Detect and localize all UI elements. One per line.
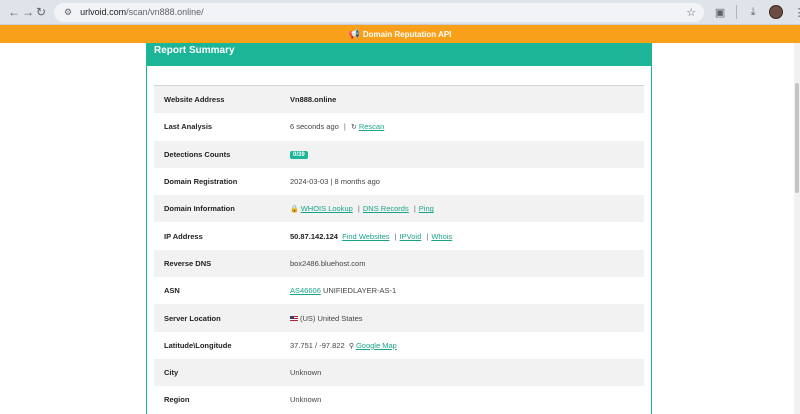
separator: | (426, 231, 429, 241)
find-websites-link[interactable]: Find Websites (342, 232, 389, 241)
scrollbar-thumb[interactable] (795, 83, 799, 193)
table-row: Latitude\Longitude 37.751 / -97.822 ⚲ Goo… (154, 332, 644, 359)
table-row: Last Analysis 6 seconds ago | ↻ Rescan (154, 113, 644, 140)
reload-icon[interactable]: ↻ (36, 3, 46, 21)
browser-toolbar: ← → ↻ ⚙ urlvoid.com/scan/vn888.online/ ☆… (0, 0, 800, 25)
banner-label: Domain Reputation API (362, 29, 452, 39)
row-label: Detections Counts (154, 140, 290, 168)
table-row: Website Address Vn888.online (154, 86, 644, 114)
ip-address-value: 50.87.142.124 (290, 231, 338, 241)
back-arrow-icon[interactable]: ← (8, 3, 20, 21)
row-label: Domain Information (154, 195, 290, 223)
website-address-value: Vn888.online (290, 95, 337, 105)
domain-reputation-api-banner[interactable]: 📢 Domain Reputation API (0, 25, 800, 43)
table-row: IP Address 50.87.142.124 Find Websites |… (154, 222, 644, 249)
extensions-icon[interactable]: ▣ (712, 4, 728, 20)
latlong-value: 37.751 / -97.822 (290, 340, 345, 350)
city-value: Unknown (290, 368, 322, 378)
menu-kebab-icon[interactable]: ⋮ (791, 4, 800, 20)
table-row: Detections Counts 0/39 (154, 140, 644, 168)
separator: | (413, 204, 416, 214)
row-label: ASN (164, 286, 180, 296)
table-row: ASN AS46606 UNIFIEDLAYER-AS-1 (154, 277, 644, 304)
scrollbar[interactable] (794, 43, 800, 414)
last-analysis-value: 6 seconds ago (290, 122, 339, 132)
report-summary-card: Report Summary Website Address Vn888.onl… (146, 43, 652, 414)
row-label: Server Location (154, 304, 290, 332)
row-label: Website Address (154, 86, 290, 114)
dns-records-link[interactable]: DNS Records (363, 204, 409, 213)
forward-arrow-icon[interactable]: → (22, 3, 34, 21)
download-icon[interactable]: ⤓ (745, 4, 761, 20)
address-bar[interactable]: ⚙ urlvoid.com/scan/vn888.online/ ☆ (54, 2, 705, 22)
table-row: Server Location (US) United States (154, 304, 644, 332)
asn-value: UNIFIEDLAYER-AS-1 (322, 286, 397, 296)
table-row: Domain Registration 2024-03-03 | 8 month… (154, 168, 644, 195)
table-row: Domain Information 🔒 WHOIS Lookup | DNS Re… (154, 195, 644, 223)
url-path: /scan/vn888.online/ (126, 7, 204, 17)
row-label: Latitude\Longitude (164, 340, 232, 350)
ipvoid-link[interactable]: IPVoid (400, 232, 422, 241)
ping-link[interactable]: Ping (419, 204, 434, 213)
google-map-link[interactable]: Google Map (356, 341, 397, 350)
toolbar-divider (736, 5, 738, 19)
row-label: City (154, 358, 290, 387)
region-value: Unknown (290, 395, 322, 405)
us-flag-icon (290, 316, 298, 322)
site-info-icon[interactable]: ⚙ (62, 6, 74, 18)
profile-avatar[interactable] (769, 5, 784, 19)
map-pin-icon: ⚲ (348, 342, 354, 350)
rescan-link[interactable]: Rescan (359, 122, 384, 131)
bookmark-star-icon[interactable]: ☆ (686, 6, 696, 19)
row-label: Domain Registration (164, 177, 238, 187)
whois-link[interactable]: Whois (431, 232, 452, 241)
reverse-dns-value: box2486.bluehost.com (290, 258, 366, 268)
report-table: Website Address Vn888.online Last Analys… (154, 86, 644, 414)
table-row: Reverse DNS box2486.bluehost.com (154, 249, 644, 278)
registration-value: 2024-03-03 | 8 months ago (290, 177, 380, 187)
lock-icon: 🔒 (290, 206, 299, 214)
server-location-value: (US) United States (300, 313, 363, 323)
separator: | (343, 122, 346, 132)
refresh-icon[interactable]: ↻ (351, 124, 357, 131)
megaphone-icon: 📢 (348, 28, 360, 39)
separator: | (394, 231, 397, 241)
row-label: Last Analysis (164, 122, 213, 132)
separator: | (357, 204, 360, 214)
url-host: urlvoid.com (80, 7, 127, 17)
whois-lookup-link[interactable]: WHOIS Lookup (301, 204, 353, 213)
row-label: Reverse DNS (154, 249, 290, 278)
table-row: Region Unknown (154, 386, 644, 413)
table-row: City Unknown (154, 358, 644, 387)
card-header: Report Summary (147, 43, 651, 66)
card-title: Report Summary (154, 45, 235, 56)
row-label: IP Address (164, 231, 203, 241)
row-label: Region (164, 395, 190, 405)
asn-link[interactable]: AS46606 (290, 286, 321, 295)
detections-badge: 0/39 (290, 151, 308, 160)
page-content: Report Summary Website Address Vn888.onl… (0, 43, 800, 414)
